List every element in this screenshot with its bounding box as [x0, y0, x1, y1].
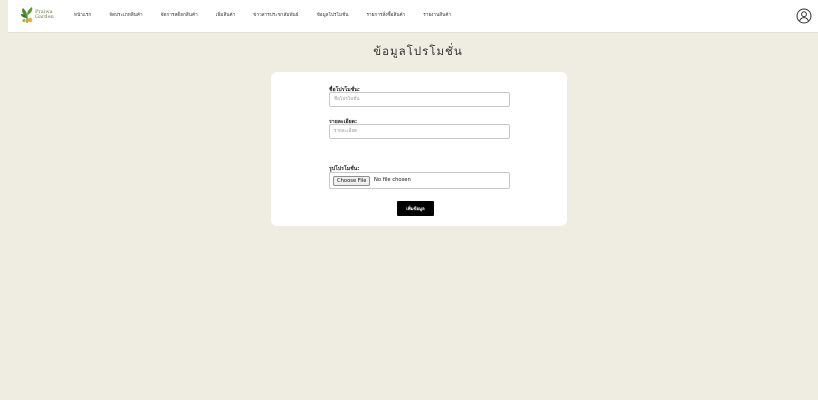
add-data-button[interactable]: เพิ่มข้อมูล	[397, 201, 434, 216]
top-navbar: Praiwa Garden หน้าแรก จัดประเภทสินค้า จั…	[8, 0, 818, 33]
brand-logo[interactable]: Praiwa Garden	[20, 6, 60, 26]
promotion-name-input[interactable]	[329, 92, 510, 107]
nav-item-categories[interactable]: จัดประเภทสินค้า	[109, 12, 142, 19]
nav-item-add-product[interactable]: เพิ่มสินค้า	[216, 12, 236, 19]
nav-item-stock[interactable]: จัดการสต็อกสินค้า	[161, 12, 198, 19]
file-status-text: No file chosen	[374, 177, 411, 183]
promotion-image-file-input[interactable]: Choose File No file chosen	[329, 172, 510, 189]
nav-item-promotion[interactable]: ข้อมูลโปรโมชั่น	[317, 12, 349, 19]
choose-file-button[interactable]: Choose File	[333, 176, 371, 186]
page-title: ข้อมูลโปรโมชั่น	[373, 44, 463, 58]
nav-item-home[interactable]: หน้าแรก	[74, 12, 91, 19]
plant-logo-icon	[21, 7, 33, 23]
nav-item-report[interactable]: รายงานสินค้า	[423, 12, 451, 19]
brand-name: Praiwa Garden	[35, 10, 54, 20]
nav-item-orders[interactable]: รายการสั่งซื้อสินค้า	[367, 12, 406, 19]
nav-menu: หน้าแรก จัดประเภทสินค้า จัดการสต็อกสินค้…	[74, 12, 451, 19]
brand-name-line2: Garden	[35, 14, 54, 20]
user-circle-icon[interactable]	[796, 8, 812, 24]
promotion-form-card: ชื่อโปรโมชั่น: รายละเอียด: รูปโปรโมชั่น:…	[271, 72, 567, 226]
nav-item-news[interactable]: ข่าวสารประชาสัมพันธ์	[253, 12, 298, 19]
promotion-detail-input[interactable]	[329, 124, 510, 139]
